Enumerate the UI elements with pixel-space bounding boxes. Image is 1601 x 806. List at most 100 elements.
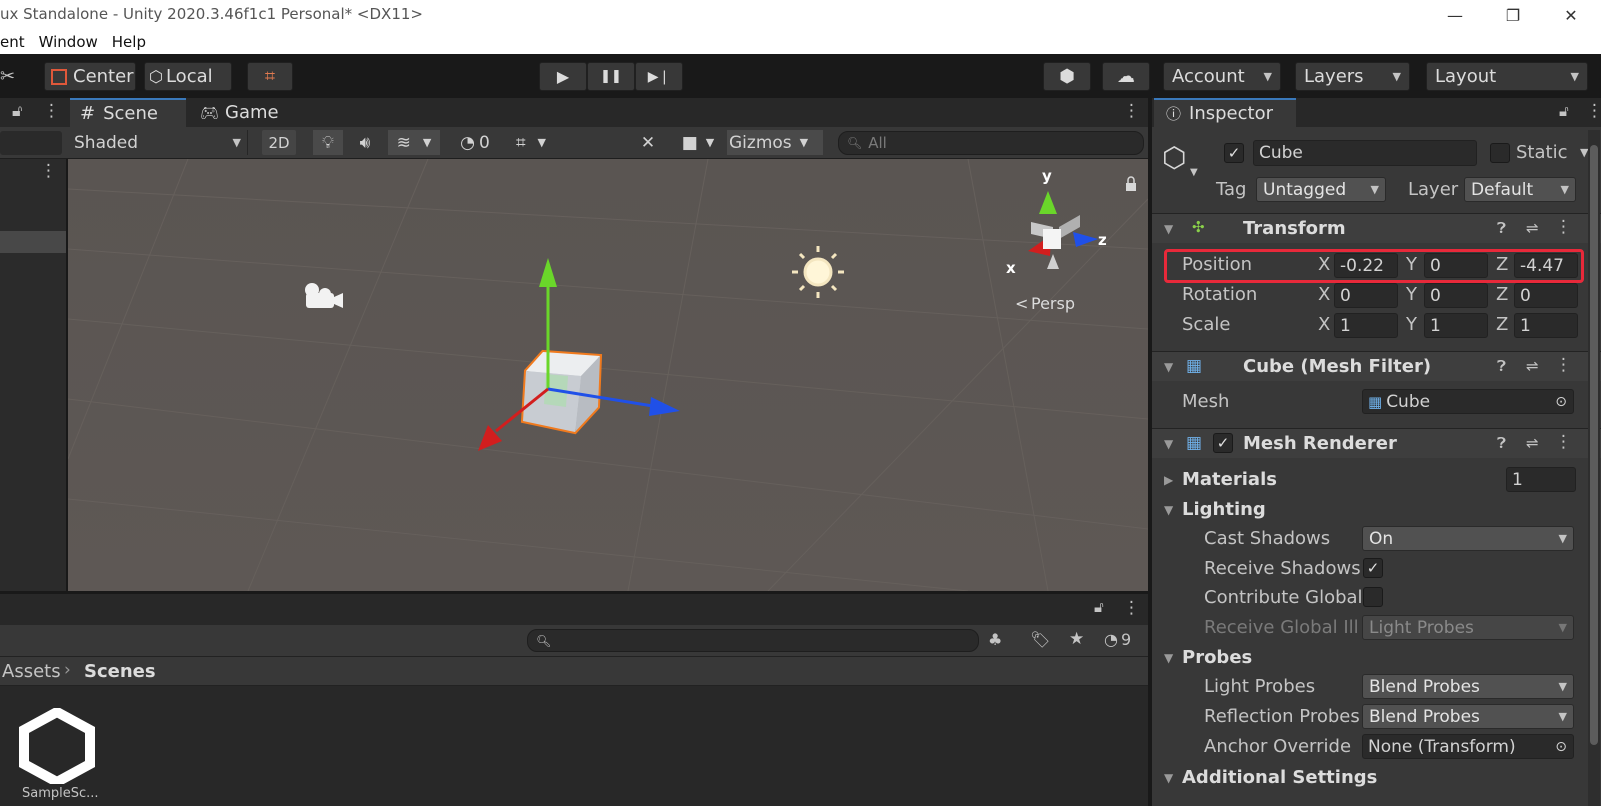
transform-tool-icon[interactable]: ✂ bbox=[0, 66, 15, 87]
kebab-menu-icon[interactable]: ⋮ bbox=[1555, 355, 1572, 375]
inspector-scrollbar[interactable] bbox=[1588, 130, 1600, 806]
kebab-menu-icon[interactable]: ⋮ bbox=[1555, 217, 1572, 237]
hidden-packages-toggle[interactable]: ◔ 9 bbox=[1104, 630, 1131, 649]
favorite-star-icon[interactable]: ★ bbox=[1069, 629, 1084, 649]
tab-game[interactable]: 🎮︎ Game bbox=[198, 98, 298, 127]
additional-settings-label[interactable]: Additional Settings bbox=[1182, 767, 1377, 788]
materials-label[interactable]: Materials bbox=[1182, 469, 1277, 490]
camera-dropdown[interactable]: ■ ▼ bbox=[674, 130, 722, 155]
lighting-foldout-icon[interactable]: ▼ bbox=[1164, 503, 1173, 517]
tools-toggle[interactable]: ✕ bbox=[633, 130, 663, 155]
play-button[interactable]: ▶ bbox=[539, 62, 587, 91]
scale-x-input[interactable]: 1 bbox=[1334, 313, 1398, 338]
snap-grid-button[interactable]: ⌗ bbox=[247, 62, 293, 91]
gameobject-name-input[interactable]: Cube bbox=[1253, 140, 1477, 166]
mesh-object-field[interactable]: ▦ Cube ⊙ bbox=[1362, 389, 1574, 414]
tag-dropdown[interactable]: Untagged ▼ bbox=[1256, 177, 1386, 202]
preset-sliders-icon[interactable]: ⇌ bbox=[1526, 219, 1539, 237]
tab-scene[interactable]: # Scene bbox=[70, 98, 186, 127]
scene-asset-item[interactable] bbox=[18, 706, 96, 788]
additional-settings-foldout-icon[interactable]: ▼ bbox=[1164, 771, 1173, 785]
rotation-x-input[interactable]: 0 bbox=[1334, 283, 1398, 308]
object-picker-icon[interactable]: ⊙ bbox=[1555, 394, 1567, 410]
lock-icon[interactable]: 🔓︎ bbox=[1559, 102, 1569, 120]
kebab-menu-icon[interactable]: ⋮ bbox=[1123, 101, 1140, 121]
preset-sliders-icon[interactable]: ⇌ bbox=[1526, 357, 1539, 375]
scene-search-input[interactable]: 🔍︎ All bbox=[838, 131, 1144, 155]
persp-label[interactable]: Persp bbox=[1031, 294, 1075, 313]
scale-z-input[interactable]: 1 bbox=[1514, 313, 1578, 338]
collab-button[interactable]: ⬢ bbox=[1043, 62, 1091, 91]
preset-sliders-icon[interactable]: ⇌ bbox=[1526, 434, 1539, 452]
probes-label[interactable]: Probes bbox=[1182, 647, 1252, 668]
hierarchy-search-field[interactable] bbox=[0, 131, 62, 155]
menu-item-help[interactable]: Help bbox=[112, 33, 146, 51]
kebab-menu-icon[interactable]: ⋮ bbox=[1586, 101, 1601, 121]
scale-y-input[interactable]: 1 bbox=[1424, 313, 1488, 338]
audio-toggle[interactable]: 🔊︎ bbox=[350, 130, 380, 155]
mesh-renderer-header[interactable]: ▼ ▦ ✓ Mesh Renderer ❓︎ ⇌ ⋮ bbox=[1152, 428, 1601, 458]
help-icon[interactable]: ❓︎ bbox=[1497, 434, 1506, 452]
2d-toggle-button[interactable]: 2D bbox=[262, 130, 296, 155]
lock-icon[interactable]: 🔓︎ bbox=[1094, 598, 1104, 616]
gameobject-active-checkbox[interactable]: ✓ bbox=[1224, 143, 1244, 163]
gizmos-dropdown[interactable]: Gizmos ▼ bbox=[727, 130, 823, 155]
mesh-filter-header[interactable]: ▼ ▦ Cube (Mesh Filter) ❓︎ ⇌ ⋮ bbox=[1152, 351, 1601, 381]
probes-foldout-icon[interactable]: ▼ bbox=[1164, 651, 1173, 665]
help-icon[interactable]: ❓︎ bbox=[1497, 357, 1506, 375]
static-checkbox[interactable] bbox=[1490, 143, 1510, 163]
layout-dropdown[interactable]: Layout ▼ bbox=[1426, 62, 1588, 91]
mesh-renderer-enabled-checkbox[interactable]: ✓ bbox=[1213, 433, 1233, 453]
effects-dropdown[interactable]: ≋ ▼ bbox=[388, 130, 440, 155]
object-picker-icon[interactable]: ⊙ bbox=[1555, 739, 1567, 755]
restore-icon[interactable]: ❐ bbox=[1484, 0, 1542, 30]
position-y-input[interactable]: 0 bbox=[1424, 253, 1488, 278]
minimize-icon[interactable]: — bbox=[1426, 0, 1484, 30]
scrollbar-thumb[interactable] bbox=[1590, 145, 1598, 745]
menu-item-window[interactable]: Window bbox=[39, 33, 98, 51]
cloud-button[interactable]: ☁ bbox=[1102, 62, 1150, 91]
grid-dropdown[interactable]: ⌗ ▼ bbox=[505, 130, 557, 155]
foldout-arrow-icon[interactable]: ▼ bbox=[1164, 437, 1173, 451]
breadcrumb-assets[interactable]: Assets bbox=[2, 661, 61, 682]
tab-inspector[interactable]: ⓘ Inspector bbox=[1154, 98, 1296, 127]
project-search-input[interactable]: 🔍︎ bbox=[527, 629, 979, 652]
hidden-objects-toggle[interactable]: ◔ 0 bbox=[452, 130, 498, 155]
kebab-menu-icon[interactable]: ⋮ bbox=[43, 101, 60, 121]
lighting-toggle[interactable]: 💡︎ bbox=[313, 130, 343, 155]
kebab-menu-icon[interactable]: ⋮ bbox=[1123, 598, 1140, 618]
kebab-menu-icon[interactable]: ⋮ bbox=[40, 161, 57, 181]
light-probes-dropdown[interactable]: Blend Probes ▼ bbox=[1362, 674, 1574, 699]
foldout-arrow-icon[interactable]: ▼ bbox=[1164, 222, 1173, 236]
shading-mode-dropdown[interactable]: Shaded ▼ bbox=[70, 130, 248, 155]
foldout-arrow-icon[interactable]: ▼ bbox=[1164, 360, 1173, 374]
step-button[interactable]: ▶❘ bbox=[635, 62, 683, 91]
help-icon[interactable]: ❓︎ bbox=[1497, 219, 1506, 237]
pivot-local-button[interactable]: ⬡ Local bbox=[144, 62, 232, 91]
cast-shadows-dropdown[interactable]: On ▼ bbox=[1362, 526, 1574, 551]
contribute-gi-checkbox[interactable] bbox=[1363, 587, 1383, 607]
close-icon[interactable]: ✕ bbox=[1542, 0, 1600, 30]
pivot-center-button[interactable]: Center bbox=[44, 62, 136, 91]
layer-dropdown[interactable]: Default ▼ bbox=[1464, 177, 1576, 202]
transform-header[interactable]: ▼ ✣ Transform ❓︎ ⇌ ⋮ bbox=[1152, 213, 1601, 243]
receive-shadows-checkbox[interactable]: ✓ bbox=[1363, 558, 1383, 578]
kebab-menu-icon[interactable]: ⋮ bbox=[1555, 432, 1572, 452]
filter-by-label-icon[interactable]: 🏷︎ bbox=[1030, 630, 1050, 649]
hierarchy-selected-row[interactable] bbox=[0, 231, 66, 253]
chevron-down-icon[interactable]: ▼ bbox=[1190, 167, 1198, 178]
scene-viewport[interactable]: y z x < Persp bbox=[68, 159, 1148, 591]
lock-icon[interactable]: 🔓︎ bbox=[12, 101, 22, 121]
materials-count-input[interactable]: 1 bbox=[1506, 467, 1576, 492]
filter-by-type-icon[interactable]: ♣ bbox=[988, 630, 1002, 649]
rotation-y-input[interactable]: 0 bbox=[1424, 283, 1488, 308]
menu-item-component[interactable]: ent bbox=[0, 33, 25, 51]
account-dropdown[interactable]: Account ▼ bbox=[1163, 62, 1281, 91]
layers-dropdown[interactable]: Layers ▼ bbox=[1295, 62, 1410, 91]
position-z-input[interactable]: -4.47 bbox=[1514, 253, 1578, 278]
position-x-input[interactable]: -0.22 bbox=[1334, 253, 1398, 278]
pause-button[interactable]: ❚❚ bbox=[587, 62, 635, 91]
anchor-override-field[interactable]: None (Transform) ⊙ bbox=[1362, 734, 1574, 759]
reflection-probes-dropdown[interactable]: Blend Probes ▼ bbox=[1362, 704, 1574, 729]
lighting-label[interactable]: Lighting bbox=[1182, 499, 1266, 520]
